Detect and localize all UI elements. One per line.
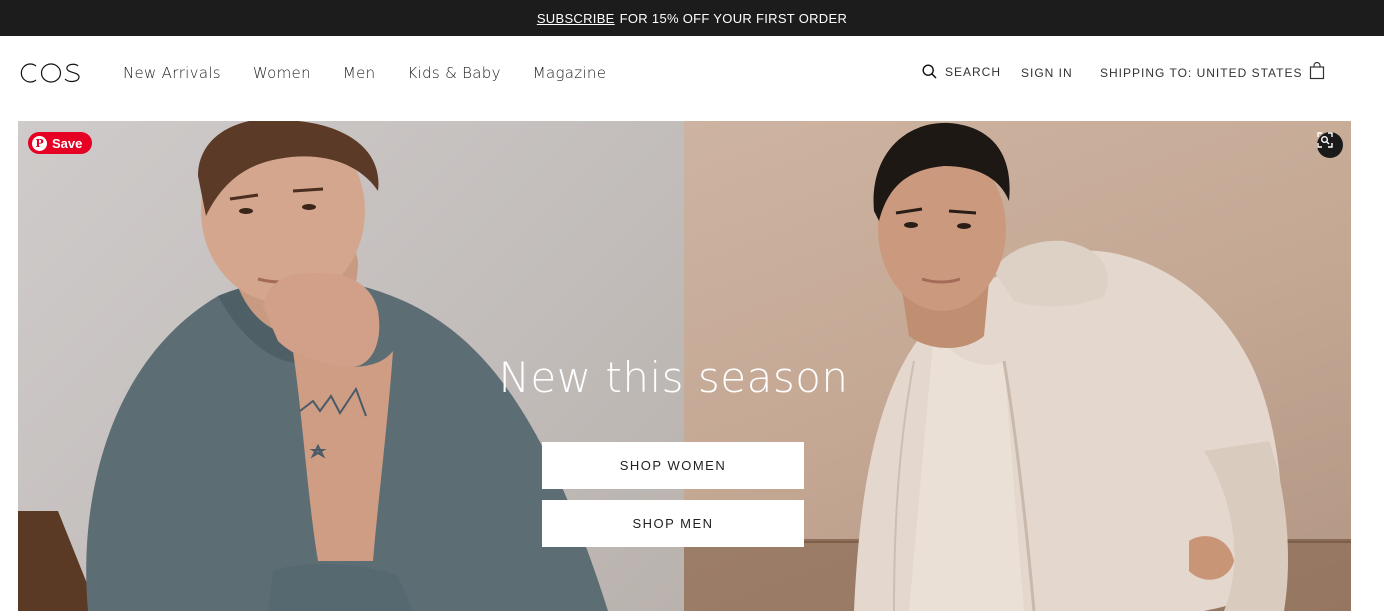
promo-text: FOR 15% OFF YOUR FIRST ORDER	[619, 10, 848, 26]
search-icon	[922, 64, 937, 79]
search-label: SEARCH	[945, 64, 1002, 79]
subscribe-link[interactable]: SUBSCRIBE	[537, 11, 615, 26]
shopping-bag-button[interactable]	[1309, 62, 1325, 80]
visual-search-icon	[1317, 132, 1333, 148]
nav-women[interactable]: Women	[253, 64, 311, 82]
main-nav: New Arrivals Women Men Kids & Baby Magaz…	[123, 36, 606, 110]
shop-men-button[interactable]: SHOP MEN	[542, 500, 804, 547]
nav-magazine[interactable]: Magazine	[533, 64, 607, 82]
shop-women-button[interactable]: SHOP WOMEN	[542, 442, 804, 489]
hero-banner: P Save New this season SHOP WOMEN SHOP M…	[18, 121, 1351, 611]
visual-search-button[interactable]	[1317, 132, 1343, 158]
pinterest-save-button[interactable]: P Save	[28, 132, 93, 154]
search-button[interactable]: SEARCH	[922, 64, 1001, 79]
cos-logo[interactable]	[18, 60, 84, 86]
nav-kids-baby[interactable]: Kids & Baby	[407, 64, 500, 82]
shipping-country-selector[interactable]: SHIPPING TO: UNITED STATES	[1100, 66, 1302, 80]
sign-in-link[interactable]: SIGN IN	[1021, 66, 1073, 80]
shopping-bag-icon	[1309, 62, 1325, 80]
site-header: New Arrivals Women Men Kids & Baby Magaz…	[0, 36, 1384, 110]
cos-logo-mark	[20, 63, 80, 83]
nav-new-arrivals[interactable]: New Arrivals	[123, 64, 221, 82]
pinterest-icon: P	[32, 135, 47, 151]
nav-men[interactable]: Men	[343, 64, 376, 82]
pinterest-save-label: Save	[52, 135, 83, 151]
promo-bar: SUBSCRIBE FOR 15% OFF YOUR FIRST ORDER	[0, 0, 1384, 36]
hero-title: New this season	[498, 353, 849, 402]
